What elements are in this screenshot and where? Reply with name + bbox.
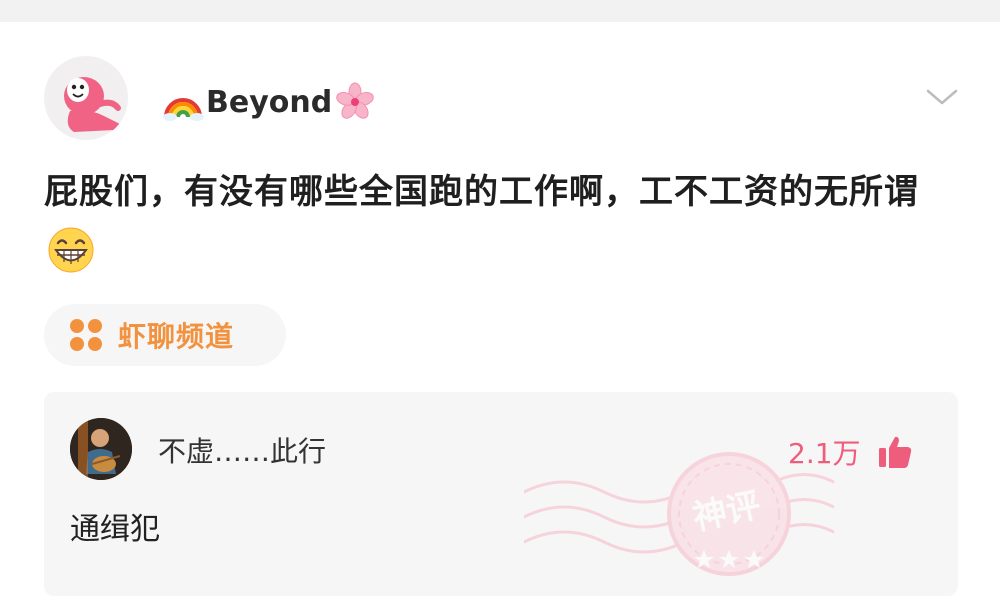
like-count: 2.1万 [788,437,861,470]
comment-author-avatar[interactable] [70,418,132,480]
post-username[interactable]: Beyond [162,80,376,124]
four-dots-icon [68,317,104,353]
post-card: Beyond 屁股们，有没有哪些全国跑的工作啊，工不工资的无所谓 虾聊频道 神评… [0,22,1000,598]
username-text: Beyond [206,84,333,120]
comment-author-name[interactable]: 不虚……此行 [158,430,326,470]
like-button[interactable]: 2.1万 [788,432,913,472]
user-avatar[interactable] [44,56,128,140]
chevron-down-icon[interactable] [924,86,960,108]
post-content[interactable]: 屁股们，有没有哪些全国跑的工作啊，工不工资的无所谓 [44,162,964,282]
thumbs-up-icon [877,434,913,470]
post-text: 屁股们，有没有哪些全国跑的工作啊，工不工资的无所谓 [44,172,919,212]
top-comment[interactable]: 神评 不虚……此行 通缉犯 2.1万 [44,392,958,596]
grinning-face-icon [46,225,96,275]
comment-text: 通缉犯 [70,512,160,547]
channel-label: 虾聊频道 [118,320,235,353]
channel-tag[interactable]: 虾聊频道 [44,304,286,366]
rainbow-icon [162,81,204,123]
cherry-blossom-icon [334,81,376,123]
